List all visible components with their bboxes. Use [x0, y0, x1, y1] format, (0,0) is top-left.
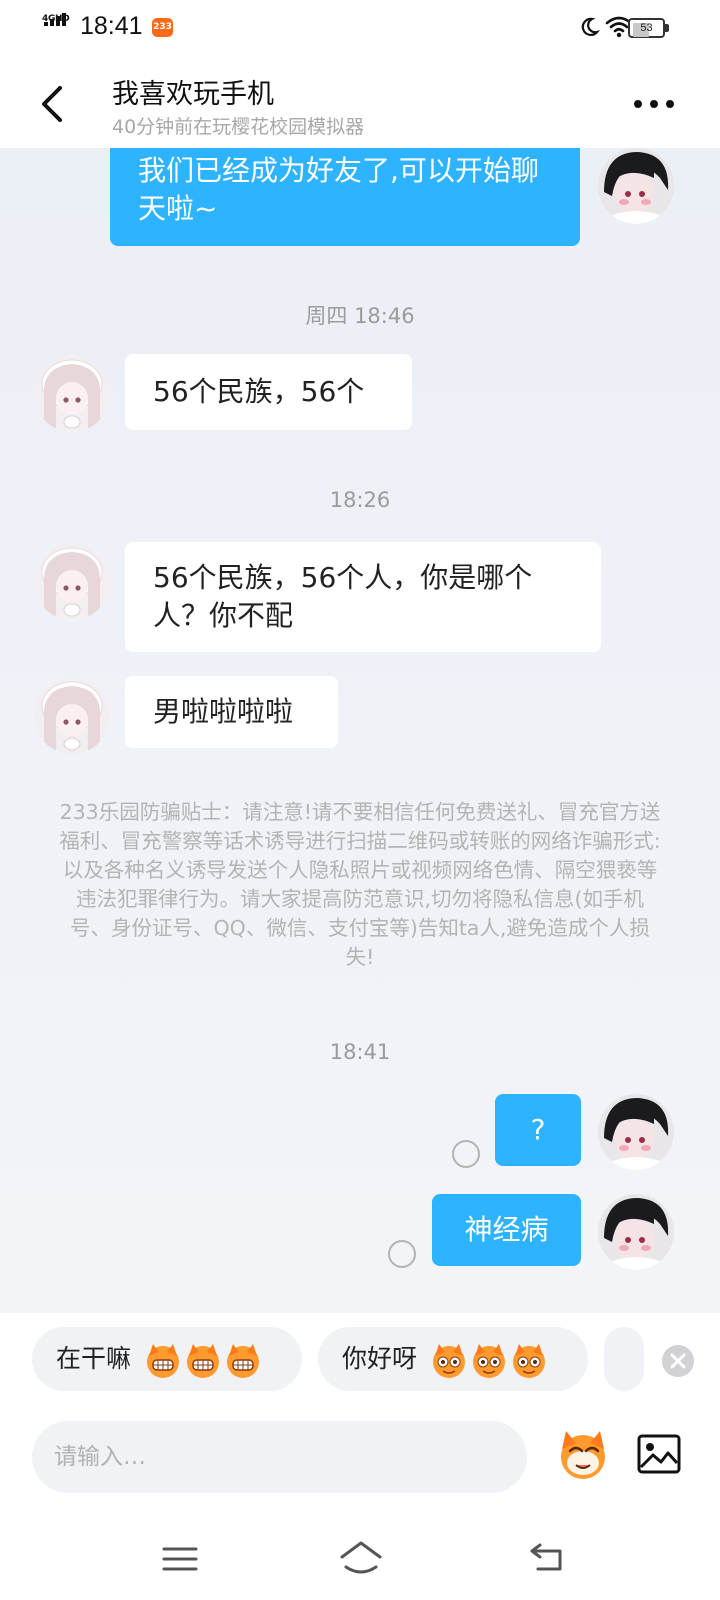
quick-reply-chip[interactable]: 在干嘛 — [32, 1327, 302, 1391]
message-input-bar — [0, 1413, 720, 1523]
more-options-button[interactable] — [630, 84, 680, 120]
my-avatar[interactable] — [598, 148, 674, 224]
battery-level: 53 — [640, 22, 653, 34]
cellular-signal-icon: 4GHD — [42, 13, 74, 40]
contact-avatar[interactable] — [34, 544, 110, 620]
contact-name: 我喜欢玩手机 — [112, 79, 274, 110]
message-text: 56个民族，56个人，你是哪个人？你不配 — [153, 561, 533, 632]
status-bar: 4GHD 18:41 233 53 — [0, 0, 720, 56]
message-text: 神经病 — [464, 1213, 549, 1246]
grinning-mascot-emoji-icon — [146, 1344, 259, 1378]
message-bubble-incoming[interactable]: 56个民族，56个人，你是哪个人？你不配 — [125, 542, 601, 652]
anti-fraud-tips: 233乐园防骗贴士：请注意!请不要相信任何免费送礼、冒充官方送福利、冒充警察等话… — [59, 800, 661, 969]
quick-reply-label: 你好呀 — [342, 1344, 418, 1373]
happy-mascot-emoji-icon — [432, 1344, 545, 1378]
close-quick-replies-icon[interactable] — [662, 1345, 694, 1377]
timestamp: 周四 18:46 — [305, 304, 415, 328]
back-nav-icon[interactable] — [528, 1539, 568, 1575]
do-not-disturb-moon-icon — [581, 17, 600, 36]
contact-avatar[interactable] — [34, 356, 110, 432]
menu-icon[interactable] — [160, 1541, 200, 1577]
my-avatar[interactable] — [598, 1194, 674, 1270]
message-bubble-incoming[interactable]: 男啦啦啦啦 — [125, 676, 338, 748]
message-text: ? — [530, 1113, 546, 1146]
status-time: 18:41 — [80, 12, 143, 40]
message-bubble-outgoing[interactable]: 我们已经成为好友了,可以开始聊天啦~ — [110, 148, 580, 246]
quick-reply-chip[interactable]: 你好呀 — [318, 1327, 588, 1391]
emoji-mascot-icon[interactable] — [552, 1423, 614, 1485]
read-status-indicator — [388, 1240, 416, 1268]
message-bubble-outgoing[interactable]: 神经病 — [432, 1194, 581, 1266]
battery-icon: 53 — [628, 18, 670, 38]
message-text: 男啦啦啦啦 — [153, 695, 294, 728]
home-icon[interactable] — [336, 1537, 386, 1577]
read-status-indicator — [452, 1140, 480, 1168]
chat-message-list[interactable]: 我们已经成为好友了,可以开始聊天啦~ 周四 18:46 56个民族，56个 18… — [0, 148, 720, 1313]
message-bubble-incoming[interactable]: 56个民族，56个 — [125, 354, 412, 430]
quick-reply-label: 在干嘛 — [56, 1344, 132, 1373]
system-navigation-bar — [0, 1523, 720, 1600]
message-text: 我们已经成为好友了,可以开始聊天啦~ — [138, 154, 539, 225]
timestamp: 18:26 — [329, 488, 391, 512]
quick-reply-chip-partial[interactable] — [604, 1327, 644, 1391]
app-233-notification-icon: 233 — [152, 18, 173, 37]
message-input[interactable] — [32, 1421, 527, 1493]
contact-avatar[interactable] — [34, 678, 110, 754]
timestamp: 18:41 — [329, 1040, 391, 1064]
message-bubble-outgoing[interactable]: ? — [495, 1094, 581, 1166]
contact-status: 40分钟前在玩樱花校园模拟器 — [112, 116, 365, 138]
image-picker-icon[interactable] — [636, 1431, 682, 1477]
quick-reply-bar: 在干嘛 你好呀 — [0, 1313, 720, 1413]
chat-header: 我喜欢玩手机 40分钟前在玩樱花校园模拟器 — [0, 56, 720, 148]
my-avatar[interactable] — [598, 1094, 674, 1170]
message-text: 56个民族，56个 — [153, 375, 365, 408]
back-arrow-icon[interactable] — [28, 78, 80, 130]
